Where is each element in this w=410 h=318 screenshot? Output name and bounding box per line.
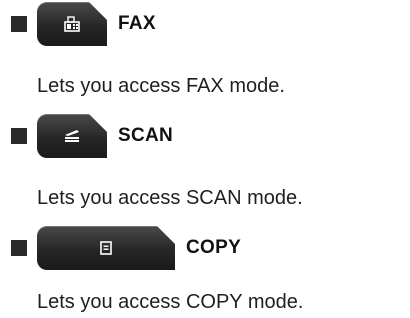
mode-label: SCAN <box>118 125 174 146</box>
scanner-icon <box>63 127 81 145</box>
list-bullet <box>11 240 27 256</box>
list-bullet <box>11 128 27 144</box>
mode-label: COPY <box>186 237 242 258</box>
copy-icon <box>97 239 115 257</box>
list-bullet <box>11 16 27 32</box>
fax-button[interactable] <box>37 2 107 46</box>
mode-description: Lets you access FAX mode. <box>37 75 285 97</box>
copy-button[interactable] <box>37 226 175 270</box>
scan-button[interactable] <box>37 114 107 158</box>
mode-description: Lets you access SCAN mode. <box>37 187 303 209</box>
fax-icon <box>63 15 81 33</box>
mode-label: FAX <box>118 13 156 34</box>
mode-description: Lets you access COPY mode. <box>37 291 304 313</box>
